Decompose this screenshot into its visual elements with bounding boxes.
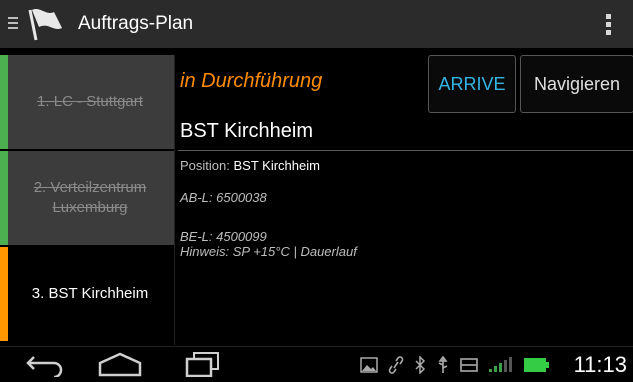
signal-icon bbox=[489, 357, 512, 372]
drawer-menu-icon[interactable] bbox=[8, 17, 18, 31]
destination-title: BST Kirchheim bbox=[180, 120, 314, 142]
stop-label: 1. LC - Stuttgart bbox=[37, 93, 143, 110]
stop-item-2[interactable]: 2. Verteilzentrum Luxemburg bbox=[0, 151, 174, 245]
usb-icon bbox=[438, 356, 448, 373]
recent-apps-icon[interactable] bbox=[184, 351, 220, 377]
stop-label: 3. BST Kirchheim bbox=[31, 285, 149, 302]
stop-status-bar bbox=[0, 55, 8, 149]
position-row: Position: BST Kirchheim bbox=[180, 158, 320, 173]
battery-icon bbox=[524, 358, 549, 372]
navigate-button[interactable]: Navigieren bbox=[520, 55, 633, 113]
arrive-button[interactable]: ARRIVE bbox=[428, 55, 516, 113]
back-icon[interactable] bbox=[24, 351, 68, 377]
bluetooth-icon bbox=[415, 356, 426, 374]
stop-status-bar bbox=[0, 151, 8, 245]
be-l-text: BE-L: 4500099 bbox=[180, 229, 267, 244]
hinweis-text: Hinweis: SP +15°C | Dauerlauf bbox=[180, 244, 357, 259]
status-text: in Durchführung bbox=[180, 70, 323, 92]
status-icons bbox=[360, 355, 550, 375]
stop-item-3[interactable]: 3. BST Kirchheim bbox=[0, 247, 174, 341]
stop-status-bar bbox=[0, 247, 8, 341]
action-bar: Auftrags-Plan bbox=[0, 0, 633, 48]
flag-logo-icon[interactable] bbox=[26, 6, 66, 42]
home-icon[interactable] bbox=[96, 351, 144, 377]
app-title: Auftrags-Plan bbox=[78, 13, 194, 34]
overflow-menu-icon[interactable] bbox=[606, 14, 611, 38]
position-value: BST Kirchheim bbox=[233, 158, 320, 173]
position-label: Position: bbox=[180, 158, 230, 173]
clock: 11:13 bbox=[573, 352, 627, 377]
stop-label: 2. Verteilzentrum Luxemburg bbox=[33, 179, 147, 216]
ab-l-text: AB-L: 6500038 bbox=[180, 190, 267, 205]
storage-icon bbox=[460, 358, 478, 372]
divider bbox=[178, 150, 633, 151]
pane-divider bbox=[174, 55, 175, 345]
stop-list: 1. LC - Stuttgart 2. Verteilzentrum Luxe… bbox=[0, 55, 174, 345]
stop-item-1[interactable]: 1. LC - Stuttgart bbox=[0, 55, 174, 149]
link-icon bbox=[388, 356, 404, 374]
system-nav-bar: 11:13 bbox=[0, 346, 633, 382]
image-icon bbox=[360, 357, 378, 373]
